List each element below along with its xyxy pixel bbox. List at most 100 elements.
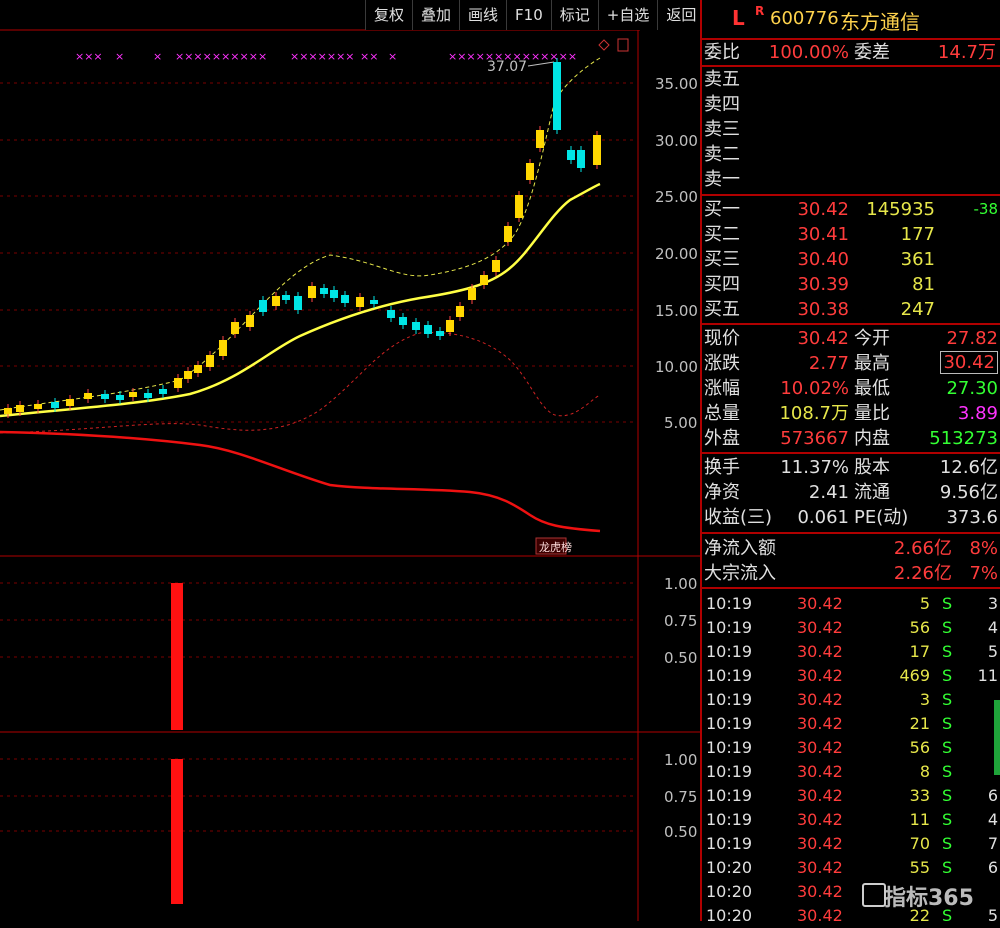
tick-row: 10:19 30.42 56 S 4	[702, 615, 1000, 640]
flow-percent: 8%	[969, 538, 998, 559]
lhb-tag[interactable]: 龙虎榜	[539, 540, 572, 554]
svg-text:×: ×	[388, 50, 397, 63]
tick-price: 30.42	[797, 786, 843, 805]
quote-label: 最高	[854, 353, 890, 374]
tick-time: 10:20	[706, 882, 753, 901]
bid-price: 30.41	[797, 224, 849, 245]
tick-row: 10:19 30.42 5 S 3	[702, 591, 1000, 616]
f10-button[interactable]: F10	[506, 0, 551, 30]
tick-row: 10:20 30.42 55 S 6	[702, 855, 1000, 880]
tick-side: S	[942, 858, 953, 877]
tick-price: 30.42	[797, 714, 843, 733]
stock-code[interactable]: 600776	[770, 8, 839, 29]
candle	[526, 163, 534, 180]
kline-chart[interactable]: 35.00 30.00 25.00 20.00 15.00 10.00 5.00…	[0, 0, 700, 921]
candle	[184, 371, 192, 379]
tick-volume: 33	[909, 786, 930, 805]
tick-row: 10:19 30.42 469 S 11	[702, 663, 1000, 688]
overlay-button[interactable]: 叠加	[412, 0, 460, 30]
add-watchlist-button[interactable]: +自选	[597, 0, 658, 30]
candle	[116, 395, 124, 400]
bid-row[interactable]: 买二 30.41 177	[702, 222, 1000, 247]
chart-corner-icons[interactable]	[598, 38, 629, 52]
tick-time: 10:19	[706, 714, 753, 733]
tick-count: 5	[987, 642, 998, 661]
mark-button[interactable]: 标记	[550, 0, 598, 30]
candle	[515, 195, 523, 218]
tick-count: 6	[987, 786, 998, 805]
candle	[194, 365, 202, 373]
tick-volume: 21	[909, 714, 930, 733]
bid-row[interactable]: 买三 30.40 361	[702, 247, 1000, 272]
quote-row: 外盘 573667 内盘 513273	[702, 426, 1000, 451]
bid-volume: 145935	[866, 199, 935, 220]
candle	[4, 408, 12, 414]
quote-label: 现价	[704, 328, 740, 349]
quote-value: 513273	[929, 428, 998, 449]
bid-label: 买五	[704, 299, 740, 320]
bid-price: 30.38	[797, 299, 849, 320]
indicator-bar-2	[171, 759, 183, 904]
candle	[456, 306, 464, 317]
bid-label: 买四	[704, 274, 740, 295]
quote-label: 外盘	[704, 428, 740, 449]
candle	[387, 310, 395, 318]
back-button[interactable]: 返回	[657, 0, 705, 30]
tick-side: S	[942, 810, 953, 829]
candle	[356, 297, 364, 307]
ma-long-red	[0, 430, 601, 533]
tick-time: 10:19	[706, 738, 753, 757]
candle	[51, 402, 59, 408]
price-tick: 15.00	[655, 302, 698, 320]
bid-change: -38	[973, 200, 999, 218]
tick-side: S	[942, 690, 953, 709]
quote-value: 30.42	[940, 351, 998, 374]
tick-volume: 55	[909, 858, 930, 877]
fundamental-value: 9.56亿	[939, 482, 998, 503]
tick-time: 10:19	[706, 594, 753, 613]
bid-label: 买三	[704, 249, 740, 270]
svg-text:××××××××××××××: ××××××××××××××	[448, 50, 577, 63]
svg-text:×: ×	[153, 50, 162, 63]
candle	[370, 300, 378, 304]
candle	[174, 378, 182, 388]
candle	[129, 392, 137, 397]
stock-name[interactable]: 东方通信	[840, 6, 920, 35]
indicator-tick: 0.50	[664, 649, 697, 667]
candle	[144, 393, 152, 398]
bid-volume: 81	[912, 274, 935, 295]
price-tick: 5.00	[664, 414, 697, 432]
tick-price: 30.42	[797, 882, 843, 901]
tick-row: 10:19 30.42 70 S 7	[702, 831, 1000, 856]
tick-price: 30.42	[797, 666, 843, 685]
fundamental-row: 换手 11.37% 股本 12.6亿	[702, 455, 1000, 480]
tick-time: 10:19	[706, 786, 753, 805]
fundamental-value: 2.41	[808, 482, 849, 503]
bid-row[interactable]: 买四 30.39 81	[702, 272, 1000, 297]
candle	[84, 393, 92, 399]
candlesticks	[4, 58, 601, 418]
price-tick: 10.00	[655, 358, 698, 376]
tick-time: 10:19	[706, 690, 753, 709]
tick-side: S	[942, 762, 953, 781]
tick-count: 11	[977, 666, 998, 685]
scroll-indicator[interactable]	[994, 700, 1000, 775]
bid-row[interactable]: 买五 30.38 247	[702, 297, 1000, 322]
ratio-label: 委比	[704, 42, 740, 63]
candle	[206, 355, 214, 367]
svg-text:×××××××: ×××××××	[290, 50, 355, 63]
flow-value: 2.66亿	[893, 538, 952, 559]
tick-count: 4	[987, 810, 998, 829]
quote-value: 30.42	[797, 328, 849, 349]
bid-label: 买一	[704, 199, 740, 220]
tick-volume: 70	[909, 834, 930, 853]
bid-label: 买二	[704, 224, 740, 245]
bid-price: 30.40	[797, 249, 849, 270]
tick-side: S	[942, 618, 953, 637]
indicator-tick: 1.00	[664, 751, 697, 769]
bid-row[interactable]: 买一 30.42 145935 -38	[702, 197, 1000, 222]
fuquan-button[interactable]: 复权	[365, 0, 413, 30]
ask-row: 卖四	[702, 92, 1000, 117]
draw-line-button[interactable]: 画线	[459, 0, 507, 30]
candle	[567, 150, 575, 160]
